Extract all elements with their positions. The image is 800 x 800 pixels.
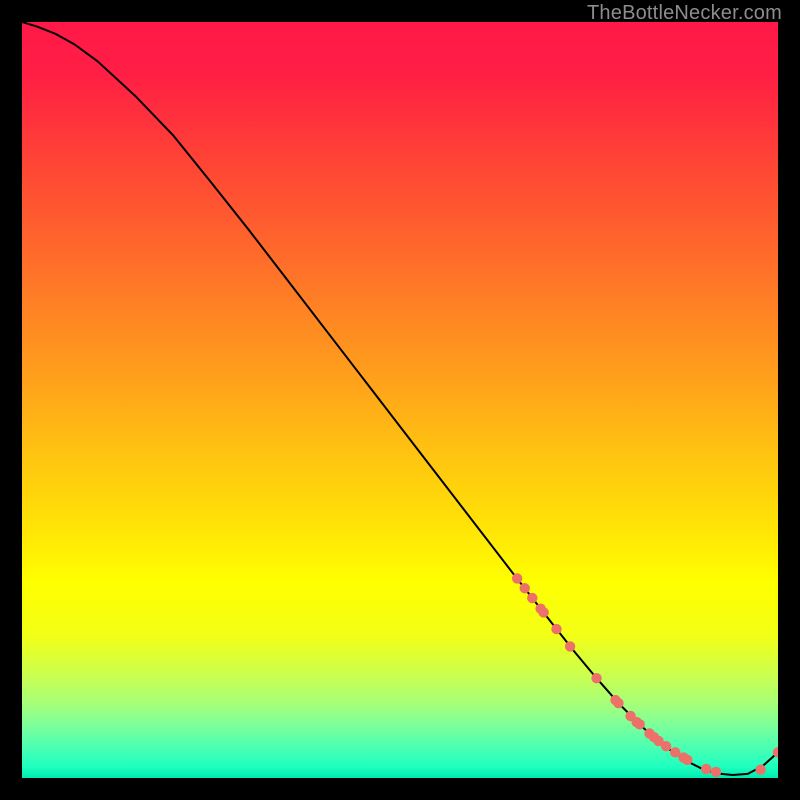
- watermark-text: TheBottleNecker.com: [587, 2, 782, 25]
- scatter-point: [538, 607, 548, 617]
- chart-background-gradient: [22, 22, 778, 778]
- scatter-point: [613, 698, 623, 708]
- scatter-point: [520, 583, 530, 593]
- chart-container: TheBottleNecker.com: [0, 0, 800, 800]
- scatter-point: [591, 673, 601, 683]
- scatter-point: [512, 573, 522, 583]
- chart-svg: [22, 22, 778, 778]
- scatter-point: [701, 764, 711, 774]
- scatter-point: [634, 719, 644, 729]
- scatter-point: [661, 741, 671, 751]
- scatter-point: [711, 767, 721, 777]
- scatter-point: [682, 755, 692, 765]
- scatter-point: [565, 641, 575, 651]
- scatter-point: [527, 593, 537, 603]
- scatter-point: [755, 764, 765, 774]
- scatter-point: [551, 624, 561, 634]
- chart-plot-area: [22, 22, 778, 778]
